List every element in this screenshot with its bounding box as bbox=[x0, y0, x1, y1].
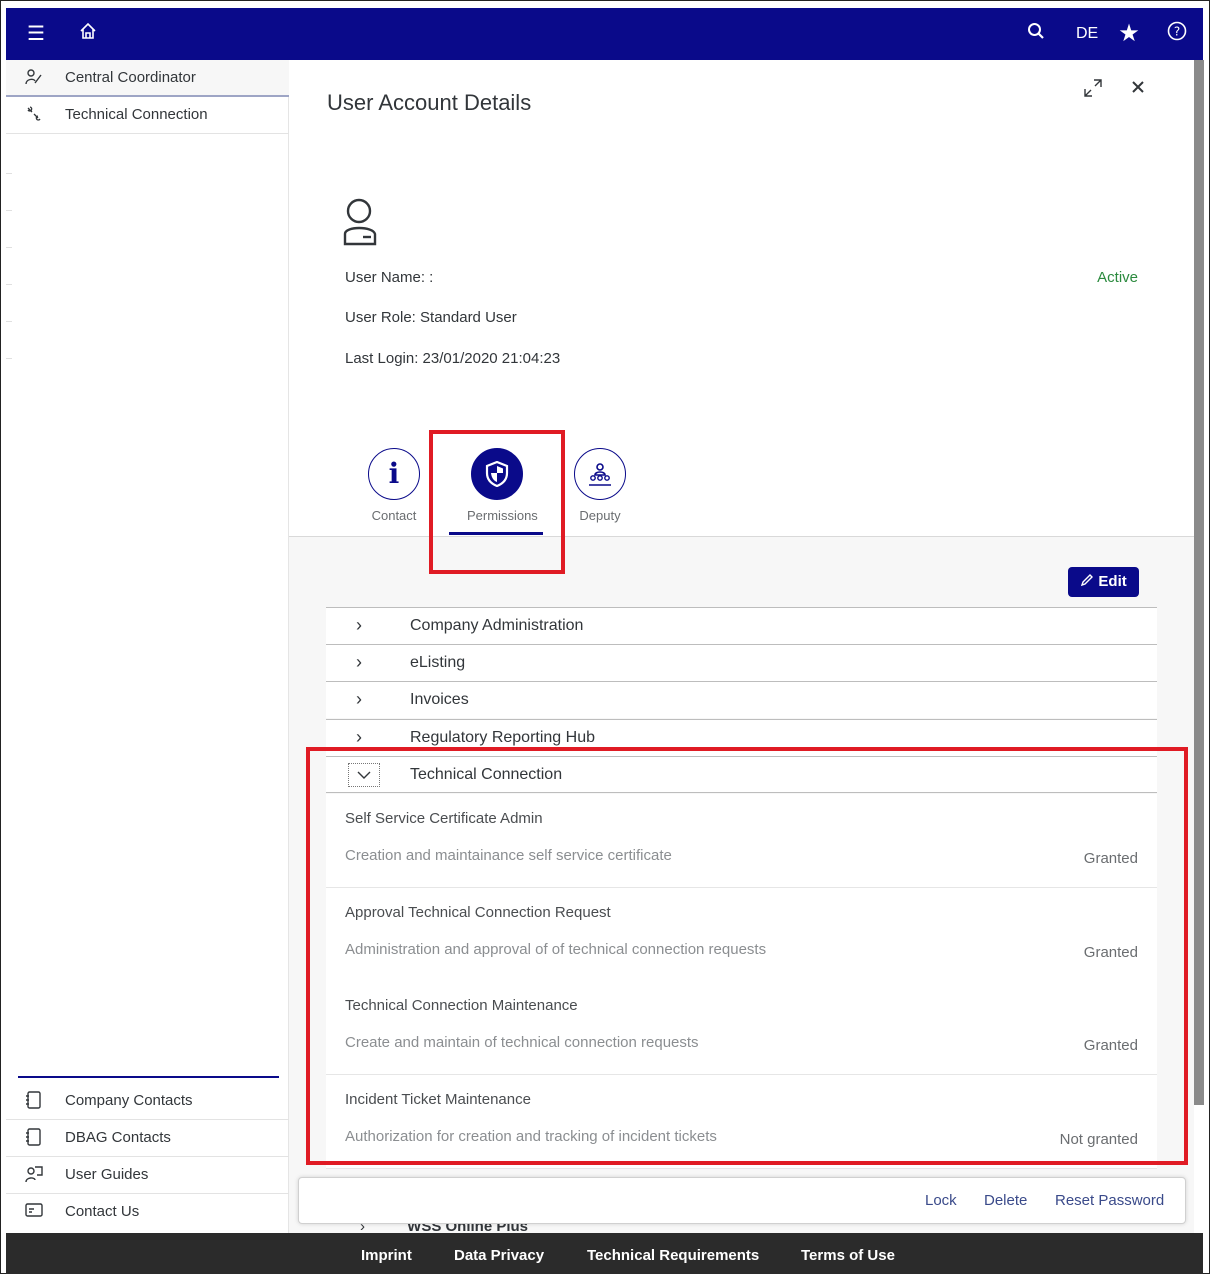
tab-label: Deputy bbox=[579, 508, 621, 523]
user-role: User Role: Standard User bbox=[345, 309, 517, 326]
edit-label: Edit bbox=[1098, 573, 1127, 590]
sidebar-item-company-contacts[interactable]: Company Contacts bbox=[6, 1083, 289, 1120]
group-icon bbox=[574, 448, 626, 500]
edit-button[interactable]: Edit bbox=[1068, 567, 1139, 597]
divider bbox=[6, 173, 12, 174]
svg-text:?: ? bbox=[1174, 25, 1180, 39]
chevron-right-icon: › bbox=[356, 727, 362, 747]
guide-icon bbox=[24, 1165, 44, 1185]
sidebar-item-dbag-contacts[interactable]: DBAG Contacts bbox=[6, 1120, 289, 1157]
sidebar-item-user-guides[interactable]: User Guides bbox=[6, 1157, 289, 1194]
divider bbox=[6, 247, 12, 248]
tab-contact[interactable]: i Contact bbox=[364, 448, 424, 523]
accordion-label: eListing bbox=[410, 654, 466, 671]
sidebar-item-label: Contact Us bbox=[65, 1203, 140, 1220]
status-badge: Active bbox=[1097, 269, 1138, 286]
accordion-label: Regulatory Reporting Hub bbox=[410, 729, 595, 746]
divider bbox=[6, 358, 12, 359]
accordion-label: Invoices bbox=[410, 691, 469, 708]
last-login: Last Login: 23/01/2020 21:04:23 bbox=[345, 350, 561, 367]
scrollbar[interactable] bbox=[1194, 60, 1204, 1105]
avatar bbox=[341, 198, 381, 248]
page-title: User Account Details bbox=[327, 90, 532, 115]
sidebar-item-contact-us[interactable]: Contact Us bbox=[6, 1194, 289, 1231]
sidebar-item-label: Company Contacts bbox=[65, 1092, 193, 1109]
accordion-label: Company Administration bbox=[410, 617, 584, 634]
sidebar: Central Coordinator Technical Connection… bbox=[6, 60, 289, 1233]
divider bbox=[6, 210, 12, 211]
pencil-icon bbox=[1080, 573, 1098, 590]
help-icon[interactable]: ? bbox=[1163, 21, 1191, 48]
sidebar-item-label: Technical Connection bbox=[65, 106, 208, 123]
accordion-invoices[interactable]: › Invoices bbox=[326, 681, 1157, 718]
sidebar-item-label: DBAG Contacts bbox=[65, 1129, 171, 1146]
chevron-right-icon: › bbox=[356, 652, 362, 672]
chevron-right-icon: › bbox=[356, 689, 362, 709]
reset-password-button[interactable]: Reset Password bbox=[1055, 1192, 1164, 1209]
sidebar-item-technical-connection[interactable]: Technical Connection bbox=[6, 97, 289, 134]
star-icon[interactable]: ★ bbox=[1115, 21, 1143, 47]
coordinator-icon bbox=[24, 68, 44, 88]
sidebar-item-label: User Guides bbox=[65, 1166, 149, 1183]
address-book-icon bbox=[24, 1091, 44, 1111]
sidebar-divider bbox=[18, 1076, 279, 1078]
accordion-elisting[interactable]: › eListing bbox=[326, 644, 1157, 681]
top-bar: ☰ DE ★ ? bbox=[6, 8, 1203, 60]
user-name: User Name: : bbox=[345, 269, 434, 286]
sidebar-item-label: Central Coordinator bbox=[65, 69, 196, 86]
address-book-icon bbox=[24, 1128, 44, 1148]
tab-deputy[interactable]: Deputy bbox=[570, 448, 630, 523]
info-icon: i bbox=[368, 448, 420, 500]
home-icon[interactable] bbox=[74, 21, 102, 47]
sidebar-item-central-coordinator[interactable]: Central Coordinator bbox=[6, 60, 289, 97]
highlight-box-technical-connection bbox=[306, 747, 1188, 1165]
footer-link-terms-of-use[interactable]: Terms of Use bbox=[801, 1247, 895, 1264]
close-icon[interactable] bbox=[1130, 78, 1146, 101]
accordion-company-administration[interactable]: › Company Administration bbox=[326, 607, 1157, 644]
language-switch[interactable]: DE bbox=[1076, 21, 1098, 47]
footer-link-technical-requirements[interactable]: Technical Requirements bbox=[587, 1247, 759, 1264]
footer-link-imprint[interactable]: Imprint bbox=[361, 1247, 412, 1264]
divider bbox=[6, 284, 12, 285]
footer-link-data-privacy[interactable]: Data Privacy bbox=[454, 1247, 544, 1264]
expand-icon[interactable] bbox=[1083, 78, 1103, 104]
connection-icon bbox=[24, 105, 44, 125]
tab-label: Contact bbox=[371, 508, 417, 523]
action-bar: Lock Delete Reset Password bbox=[298, 1177, 1186, 1224]
footer: Imprint Data Privacy Technical Requireme… bbox=[6, 1233, 1203, 1274]
divider bbox=[6, 321, 12, 322]
highlight-box-permissions-tab bbox=[429, 430, 565, 574]
contact-card-icon bbox=[24, 1202, 44, 1222]
delete-button[interactable]: Delete bbox=[984, 1192, 1027, 1209]
chevron-right-icon: › bbox=[356, 615, 362, 635]
lock-button[interactable]: Lock bbox=[925, 1192, 957, 1209]
menu-icon[interactable]: ☰ bbox=[22, 21, 50, 47]
search-icon[interactable] bbox=[1022, 21, 1050, 47]
